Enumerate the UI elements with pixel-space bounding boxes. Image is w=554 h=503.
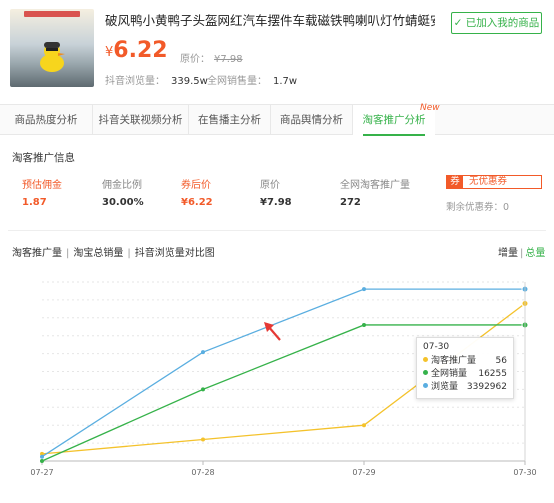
analysis-tabs: 商品热度分析 抖音关联视频分析 在售播主分析 商品舆情分析 淘客推广分析 bbox=[0, 104, 554, 136]
tooltip-row: 全网销量 16255 bbox=[423, 368, 507, 381]
chart-title-part-3: 抖音浏览量对比图 bbox=[134, 248, 215, 259]
x-tick-label: 07-27 bbox=[30, 468, 53, 477]
data-point bbox=[362, 322, 366, 327]
data-point bbox=[362, 423, 366, 428]
ratio-label: 佣金比例 bbox=[102, 180, 142, 191]
x-tick-label: 07-30 bbox=[513, 468, 536, 477]
data-point bbox=[201, 437, 205, 442]
price-value: 6.22 bbox=[113, 38, 168, 63]
product-thumbnail[interactable] bbox=[10, 9, 94, 87]
original-price-label: 原价： bbox=[180, 54, 210, 65]
chart-tooltip: 07-30 淘客推广量 56 全网销量 16255 浏览量 3392962 bbox=[416, 337, 514, 399]
red-arrow-icon bbox=[264, 322, 281, 341]
tooltip-date: 07-30 bbox=[423, 342, 450, 352]
chart-title-sep-2: | bbox=[127, 248, 131, 259]
data-point bbox=[362, 287, 366, 292]
views-value: 339.5w bbox=[171, 76, 208, 87]
data-point bbox=[40, 459, 44, 463]
toggle-total[interactable]: 总量 bbox=[525, 248, 545, 259]
chart-title-part-2: 淘宝总销量 bbox=[73, 248, 124, 259]
tooltip-series-name: 浏览量 bbox=[431, 382, 459, 392]
chart-title-part-1: 淘客推广量 bbox=[12, 248, 62, 259]
tooltip-series-value: 16255 bbox=[478, 369, 507, 379]
tab-related-videos[interactable]: 抖音关联视频分析 bbox=[93, 105, 189, 135]
tooltip-dot bbox=[423, 383, 428, 388]
x-tick-label: 07-29 bbox=[352, 468, 375, 477]
tooltip-row: 淘客推广量 56 bbox=[423, 355, 507, 368]
chart-title-sep-1: | bbox=[66, 248, 70, 259]
added-to-my-products-button[interactable]: ✓ 已加入我的商品 bbox=[451, 12, 542, 34]
chart-title: 淘客推广量 | 淘宝总销量 | 抖音浏览量对比图 bbox=[12, 244, 215, 259]
tooltip-series-name: 淘客推广量 bbox=[431, 356, 477, 366]
coupon-tag-icon: 券 bbox=[447, 176, 463, 188]
commission-label: 预估佣金 bbox=[22, 180, 62, 191]
tooltip-series-name: 全网销量 bbox=[431, 369, 468, 379]
product-card: 破风鸭小黄鸭子头盔网红汽车摆件车载磁铁鸭喇叭灯竹蜻蜓安全帽鸭 ¥6.22 原价：… bbox=[0, 0, 554, 100]
after-coupon-value: ¥6.22 bbox=[181, 197, 213, 208]
toggle-increment[interactable]: 增量 bbox=[498, 248, 518, 259]
coupon-badge: 券无优惠券 bbox=[446, 175, 542, 189]
promo-count-value: 272 bbox=[340, 197, 361, 208]
total-sales-stat: 全网销售量： 1.7w bbox=[207, 72, 297, 87]
tab-hotness[interactable]: 商品热度分析 bbox=[0, 105, 93, 135]
promo-count-label: 全网淘客推广量 bbox=[340, 180, 410, 191]
tooltip-dot bbox=[423, 357, 428, 362]
section-title: 淘客推广信息 bbox=[12, 152, 75, 164]
tooltip-series-value: 56 bbox=[495, 356, 507, 366]
orig-price-label: 原价 bbox=[260, 180, 280, 191]
original-price-value: ¥7.98 bbox=[214, 54, 243, 65]
tooltip-series-value: 3392962 bbox=[466, 382, 507, 392]
product-title[interactable]: 破风鸭小黄鸭子头盔网红汽车摆件车载磁铁鸭喇叭灯竹蜻蜓安全帽鸭 bbox=[105, 12, 435, 29]
tab-sentiment[interactable]: 商品舆情分析 bbox=[271, 105, 353, 135]
sales-value: 1.7w bbox=[273, 76, 298, 87]
coupon-text: 无优惠券 bbox=[469, 176, 508, 187]
views-label: 抖音浏览量： bbox=[105, 76, 165, 87]
original-price: 原价： ¥7.98 bbox=[180, 50, 243, 65]
douyin-views-stat: 抖音浏览量： 339.5w bbox=[105, 72, 208, 87]
chart-mode-toggle: 增量 | 总量 bbox=[498, 244, 545, 259]
data-point bbox=[201, 350, 205, 355]
orig-price-value: ¥7.98 bbox=[260, 197, 292, 208]
tooltip-dot bbox=[423, 370, 428, 375]
tooltip-row: 浏览量 3392962 bbox=[423, 381, 507, 394]
x-tick-label: 07-28 bbox=[191, 468, 214, 477]
commission-value: 1.87 bbox=[22, 197, 47, 208]
sales-label: 全网销售量： bbox=[207, 76, 267, 87]
product-price: ¥6.22 bbox=[105, 38, 168, 63]
new-badge: New bbox=[420, 103, 440, 113]
after-coupon-label: 券后价 bbox=[181, 180, 211, 191]
tab-sellers[interactable]: 在售播主分析 bbox=[189, 105, 271, 135]
ratio-value: 30.00% bbox=[102, 197, 144, 208]
toggle-sep: | bbox=[520, 248, 524, 259]
divider bbox=[8, 230, 546, 231]
coupon-remaining: 剩余优惠券：0 bbox=[446, 202, 510, 213]
thumbnail-banner bbox=[24, 11, 80, 17]
data-point bbox=[40, 454, 44, 459]
duck-image bbox=[40, 42, 65, 72]
data-point bbox=[201, 387, 205, 392]
price-currency: ¥ bbox=[105, 45, 114, 60]
